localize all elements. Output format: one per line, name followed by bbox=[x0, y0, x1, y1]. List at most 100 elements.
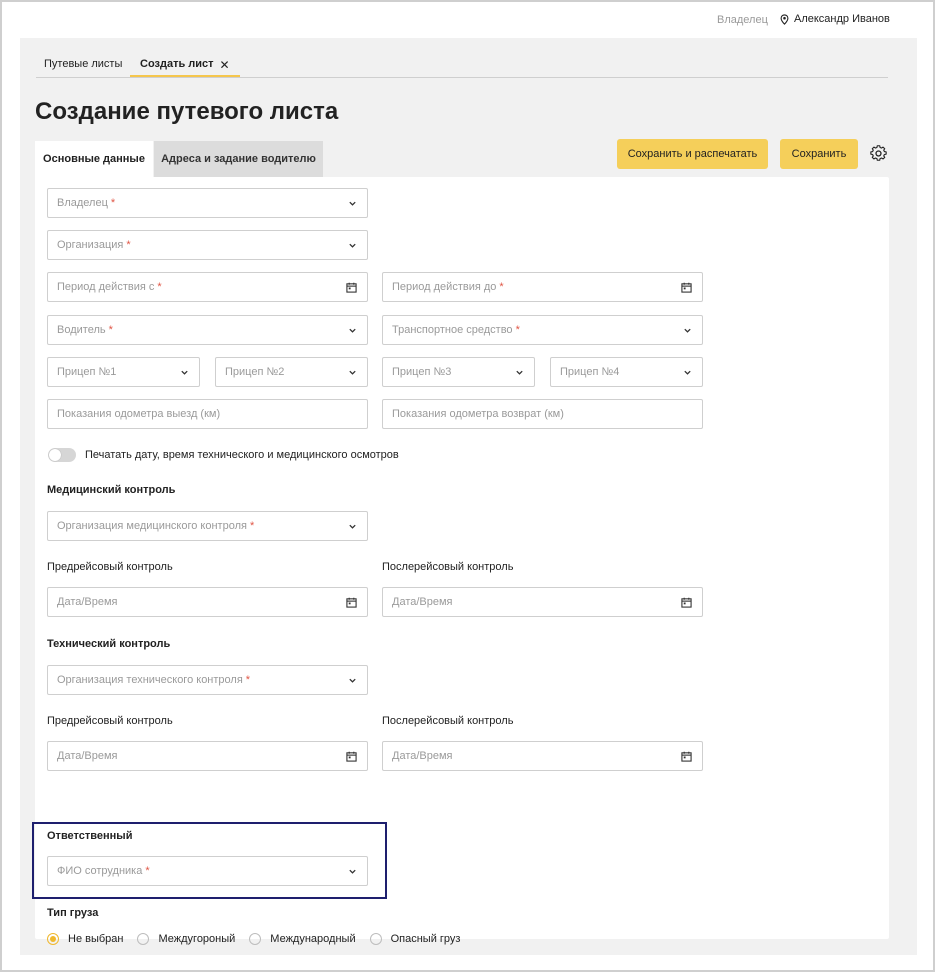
toggle-knob bbox=[49, 449, 61, 461]
driver-placeholder: Водитель bbox=[57, 324, 106, 336]
required-mark: * bbox=[515, 324, 520, 336]
technical-org-placeholder: Организация технического контроля bbox=[57, 674, 243, 686]
top-bar: Владелец Александр Иванов bbox=[2, 2, 933, 38]
medical-post-placeholder: Дата/Время bbox=[392, 596, 453, 608]
cargo-option-none[interactable]: Не выбран bbox=[47, 933, 123, 945]
odometer-out-input[interactable]: Показания одометра выезд (км) bbox=[47, 399, 368, 429]
calendar-icon[interactable] bbox=[681, 282, 692, 293]
user-menu[interactable]: Александр Иванов bbox=[779, 13, 890, 25]
organization-select[interactable]: Организация * bbox=[47, 230, 368, 260]
required-mark: * bbox=[249, 520, 255, 532]
tab-label: Создать лист bbox=[140, 58, 214, 70]
radio-selected-icon bbox=[47, 933, 59, 945]
medical-pre-label: Предрейсовый контроль bbox=[47, 561, 173, 573]
odometer-back-placeholder: Показания одометра возврат (км) bbox=[392, 408, 564, 420]
save-and-print-button[interactable]: Сохранить и распечатать bbox=[617, 139, 768, 169]
technical-pre-datetime[interactable]: Дата/Время bbox=[47, 741, 368, 771]
vehicle-placeholder: Транспортное средство bbox=[392, 324, 513, 336]
odometer-out-placeholder: Показания одометра выезд (км) bbox=[57, 408, 221, 420]
tab-create-sheet[interactable]: Создать лист ✕ bbox=[130, 54, 240, 78]
chevron-down-icon bbox=[349, 678, 356, 683]
medical-post-datetime[interactable]: Дата/Время bbox=[382, 587, 703, 617]
trailer-2-select[interactable]: Прицеп №2 bbox=[215, 357, 368, 387]
chevron-down-icon bbox=[349, 869, 356, 874]
main-area: Путевые листы Создать лист ✕ Создание пу… bbox=[20, 38, 917, 955]
chevron-down-icon bbox=[684, 370, 691, 375]
chevron-down-icon bbox=[349, 524, 356, 529]
save-button[interactable]: Сохранить bbox=[780, 139, 858, 169]
radio-icon bbox=[249, 933, 262, 945]
calendar-icon[interactable] bbox=[681, 751, 692, 762]
cargo-heading: Тип груза bbox=[47, 907, 99, 919]
form-card: Владелец * Организация * Период действия с… bbox=[32, 177, 889, 945]
period-to-field[interactable]: Период действия до * bbox=[382, 272, 703, 302]
medical-pre-placeholder: Дата/Время bbox=[57, 596, 118, 608]
cargo-option-label: Опасный груз bbox=[390, 933, 461, 945]
organization-placeholder: Организация bbox=[57, 239, 124, 251]
required-mark: * bbox=[126, 239, 131, 251]
calendar-icon[interactable] bbox=[346, 597, 357, 608]
required-mark: * bbox=[499, 281, 504, 293]
close-icon[interactable]: ✕ bbox=[220, 58, 230, 72]
technical-pre-placeholder: Дата/Время bbox=[57, 750, 118, 762]
required-mark: * bbox=[157, 281, 162, 293]
chevron-down-icon bbox=[684, 328, 691, 333]
medical-org-select[interactable]: Организация медицинского контроля * bbox=[47, 511, 368, 541]
calendar-icon[interactable] bbox=[346, 282, 357, 293]
cargo-option-international[interactable]: Международный bbox=[249, 933, 356, 945]
owner-placeholder: Владелец bbox=[57, 197, 108, 209]
cargo-option-dangerous[interactable]: Опасный груз bbox=[369, 933, 461, 945]
responsible-heading: Ответственный bbox=[47, 830, 133, 842]
medical-heading: Медицинский контроль bbox=[47, 484, 176, 496]
trailer-3-placeholder: Прицеп №3 bbox=[392, 366, 452, 378]
tab-addresses[interactable]: Адреса и задание водителю bbox=[154, 141, 323, 177]
radio-icon bbox=[369, 933, 382, 945]
technical-post-placeholder: Дата/Время bbox=[392, 750, 453, 762]
cargo-option-label: Междугороный bbox=[158, 933, 236, 945]
vehicle-select[interactable]: Транспортное средство * bbox=[382, 315, 703, 345]
chevron-down-icon bbox=[349, 328, 356, 333]
driver-select[interactable]: Водитель * bbox=[47, 315, 368, 345]
technical-post-label: Послерейсовый контроль bbox=[382, 715, 514, 727]
period-from-placeholder: Период действия с bbox=[57, 281, 155, 293]
responsible-select[interactable]: ФИО сотрудника * bbox=[47, 856, 368, 886]
technical-pre-label: Предрейсовый контроль bbox=[47, 715, 173, 727]
calendar-icon[interactable] bbox=[346, 751, 357, 762]
user-name: Александр Иванов bbox=[794, 13, 890, 25]
tab-main-data[interactable]: Основные данные bbox=[35, 141, 153, 177]
responsible-placeholder: ФИО сотрудника bbox=[57, 865, 143, 877]
trailer-1-select[interactable]: Прицеп №1 bbox=[47, 357, 200, 387]
required-mark: * bbox=[145, 865, 150, 877]
radio-icon bbox=[137, 933, 150, 945]
technical-heading: Технический контроль bbox=[47, 638, 171, 650]
trailer-2-placeholder: Прицеп №2 bbox=[225, 366, 285, 378]
medical-pre-datetime[interactable]: Дата/Время bbox=[47, 587, 368, 617]
trailer-3-select[interactable]: Прицеп №3 bbox=[382, 357, 535, 387]
medical-post-label: Послерейсовый контроль bbox=[382, 561, 514, 573]
calendar-icon[interactable] bbox=[681, 597, 692, 608]
cargo-option-label: Международный bbox=[270, 933, 356, 945]
app-frame: Владелец Александр Иванов Путевые листы … bbox=[0, 0, 935, 972]
technical-post-datetime[interactable]: Дата/Время bbox=[382, 741, 703, 771]
technical-org-select[interactable]: Организация технического контроля * bbox=[47, 665, 368, 695]
tab-waybills[interactable]: Путевые листы bbox=[44, 54, 122, 78]
trailer-4-select[interactable]: Прицеп №4 bbox=[550, 357, 703, 387]
chevron-down-icon bbox=[181, 370, 188, 375]
chevron-down-icon bbox=[349, 370, 356, 375]
gear-icon[interactable] bbox=[870, 145, 887, 162]
period-from-field[interactable]: Период действия с * bbox=[47, 272, 368, 302]
required-mark: * bbox=[245, 674, 251, 686]
cargo-option-intercity[interactable]: Междугороный bbox=[137, 933, 235, 945]
print-inspection-label: Печатать дату, время технического и меди… bbox=[85, 449, 399, 461]
odometer-back-input[interactable]: Показания одометра возврат (км) bbox=[382, 399, 703, 429]
required-mark: * bbox=[110, 197, 116, 209]
owner-select[interactable]: Владелец * bbox=[47, 188, 368, 218]
page-title: Создание путевого листа bbox=[35, 98, 339, 125]
chevron-down-icon bbox=[516, 370, 523, 375]
chevron-down-icon bbox=[349, 243, 356, 248]
medical-org-placeholder: Организация медицинского контроля bbox=[57, 520, 247, 532]
print-inspection-toggle[interactable] bbox=[48, 448, 76, 462]
tabs-divider bbox=[36, 77, 888, 78]
required-mark: * bbox=[108, 324, 113, 336]
cargo-type-group: Не выбран Междугороный Международный Опа… bbox=[47, 933, 474, 945]
